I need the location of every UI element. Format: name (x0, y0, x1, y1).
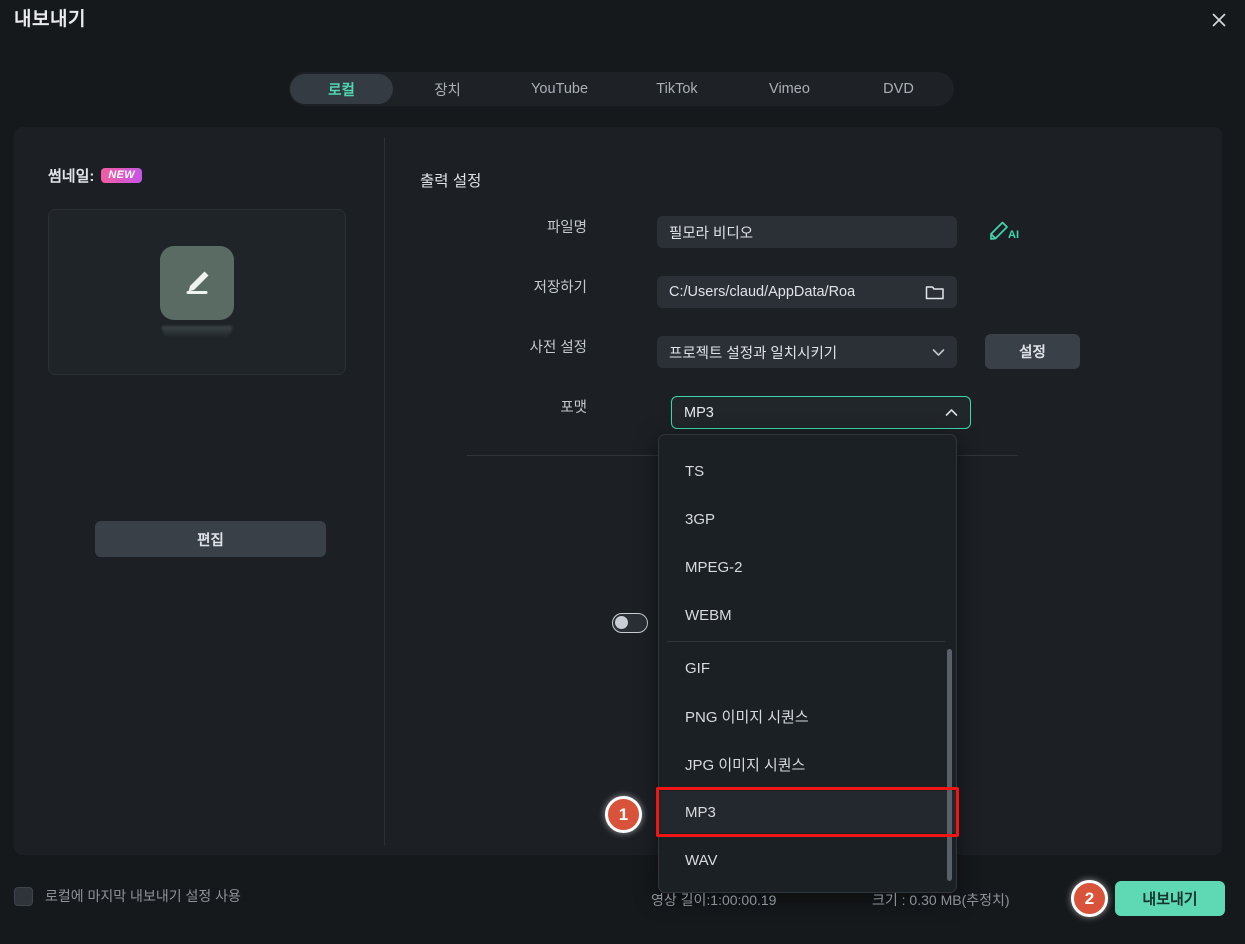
format-option-mp3[interactable]: MP3 (659, 791, 956, 833)
new-badge: NEW (101, 168, 142, 183)
thumbnail-preview[interactable] (48, 209, 346, 375)
thumbnail-label: 썸네일: (48, 168, 95, 185)
close-icon[interactable] (1201, 3, 1237, 37)
tab-dvd[interactable]: DVD (844, 74, 953, 104)
panel-divider (384, 137, 385, 845)
format-option-jpg-sequence[interactable]: JPG 이미지 시퀀스 (659, 743, 956, 785)
step-badge-1: 1 (605, 796, 642, 833)
filename-label: 파일명 (546, 220, 587, 236)
main-panel: 썸네일: NEW 편집 출력 설정 파일명 필모라 비디오 AI 저장하기 C:… (14, 127, 1222, 855)
thumbnail-placeholder (160, 246, 234, 338)
format-option-ts[interactable]: TS (659, 450, 956, 492)
format-dropdown-menu: TS 3GP MPEG-2 WEBM GIF PNG 이미지 시퀀스 JPG 이… (658, 434, 957, 893)
bottom-bar: 로컬에 마지막 내보내기 설정 사용 영상 길이:1:00:00.19 크기 :… (0, 862, 1245, 944)
save-to-input[interactable]: C:/Users/claud/AppData/Roa (657, 276, 957, 308)
filename-value: 필모라 비디오 (669, 225, 754, 242)
remember-settings-label: 로컬에 마지막 내보내기 설정 사용 (45, 888, 241, 904)
format-option-gif[interactable]: GIF (659, 647, 956, 689)
page-title: 내보내기 (14, 9, 86, 30)
remember-settings-checkbox[interactable]: 로컬에 마지막 내보내기 설정 사용 (14, 886, 241, 906)
tab-device[interactable]: 장치 (395, 74, 500, 104)
save-to-value: C:/Users/claud/AppData/Roa (669, 284, 856, 300)
advanced-toggle[interactable] (612, 613, 648, 633)
edit-thumbnail-button[interactable]: 편집 (95, 521, 326, 557)
tab-local[interactable]: 로컬 (290, 74, 394, 104)
dropdown-separator (667, 641, 945, 642)
thumbnail-reflection (162, 326, 232, 338)
export-button[interactable]: 내보내기 (1115, 881, 1225, 916)
tab-tiktok[interactable]: TikTok (619, 74, 735, 104)
save-to-label: 저장하기 (533, 280, 587, 296)
svg-text:AI: AI (1008, 229, 1019, 241)
dropdown-scrollbar-thumb[interactable] (947, 649, 952, 881)
export-dialog: 내보내기 로컬 장치 YouTube TikTok Vimeo DVD 썸네일:… (0, 0, 1245, 944)
format-option-png-sequence[interactable]: PNG 이미지 시퀀스 (659, 695, 956, 737)
size-status: 크기 : 0.30 MB(추정치) (872, 892, 1010, 908)
thumbnail-header: 썸네일: NEW (48, 165, 142, 186)
format-option-webm[interactable]: WEBM (659, 594, 956, 636)
filename-input[interactable]: 필모라 비디오 (657, 216, 957, 248)
export-target-tabs: 로컬 장치 YouTube TikTok Vimeo DVD (289, 72, 954, 106)
toggle-knob (615, 616, 628, 629)
format-option-mpeg2[interactable]: MPEG-2 (659, 546, 956, 588)
duration-status: 영상 길이:1:00:00.19 (651, 892, 777, 908)
tab-vimeo[interactable]: Vimeo (737, 74, 842, 104)
output-settings-title: 출력 설정 (420, 173, 482, 190)
preset-value: 프로젝트 설정과 일치시키기 (669, 345, 838, 362)
preset-select[interactable]: 프로젝트 설정과 일치시키기 (657, 336, 957, 368)
title-bar: 내보내기 (0, 0, 1245, 52)
ai-pen-icon[interactable]: AI (984, 217, 1022, 247)
format-select[interactable]: MP3 (671, 396, 971, 429)
chevron-up-icon (945, 408, 958, 417)
format-label: 포맷 (560, 400, 587, 416)
checkbox-box[interactable] (14, 886, 33, 906)
format-option-3gp[interactable]: 3GP (659, 498, 956, 540)
tab-youtube[interactable]: YouTube (502, 74, 617, 104)
preset-settings-button[interactable]: 설정 (985, 334, 1080, 369)
preset-label: 사전 설정 (529, 340, 587, 356)
format-value: MP3 (684, 404, 714, 421)
chevron-down-icon (932, 348, 945, 357)
pencil-edit-icon (160, 246, 234, 320)
folder-icon[interactable] (925, 284, 945, 301)
